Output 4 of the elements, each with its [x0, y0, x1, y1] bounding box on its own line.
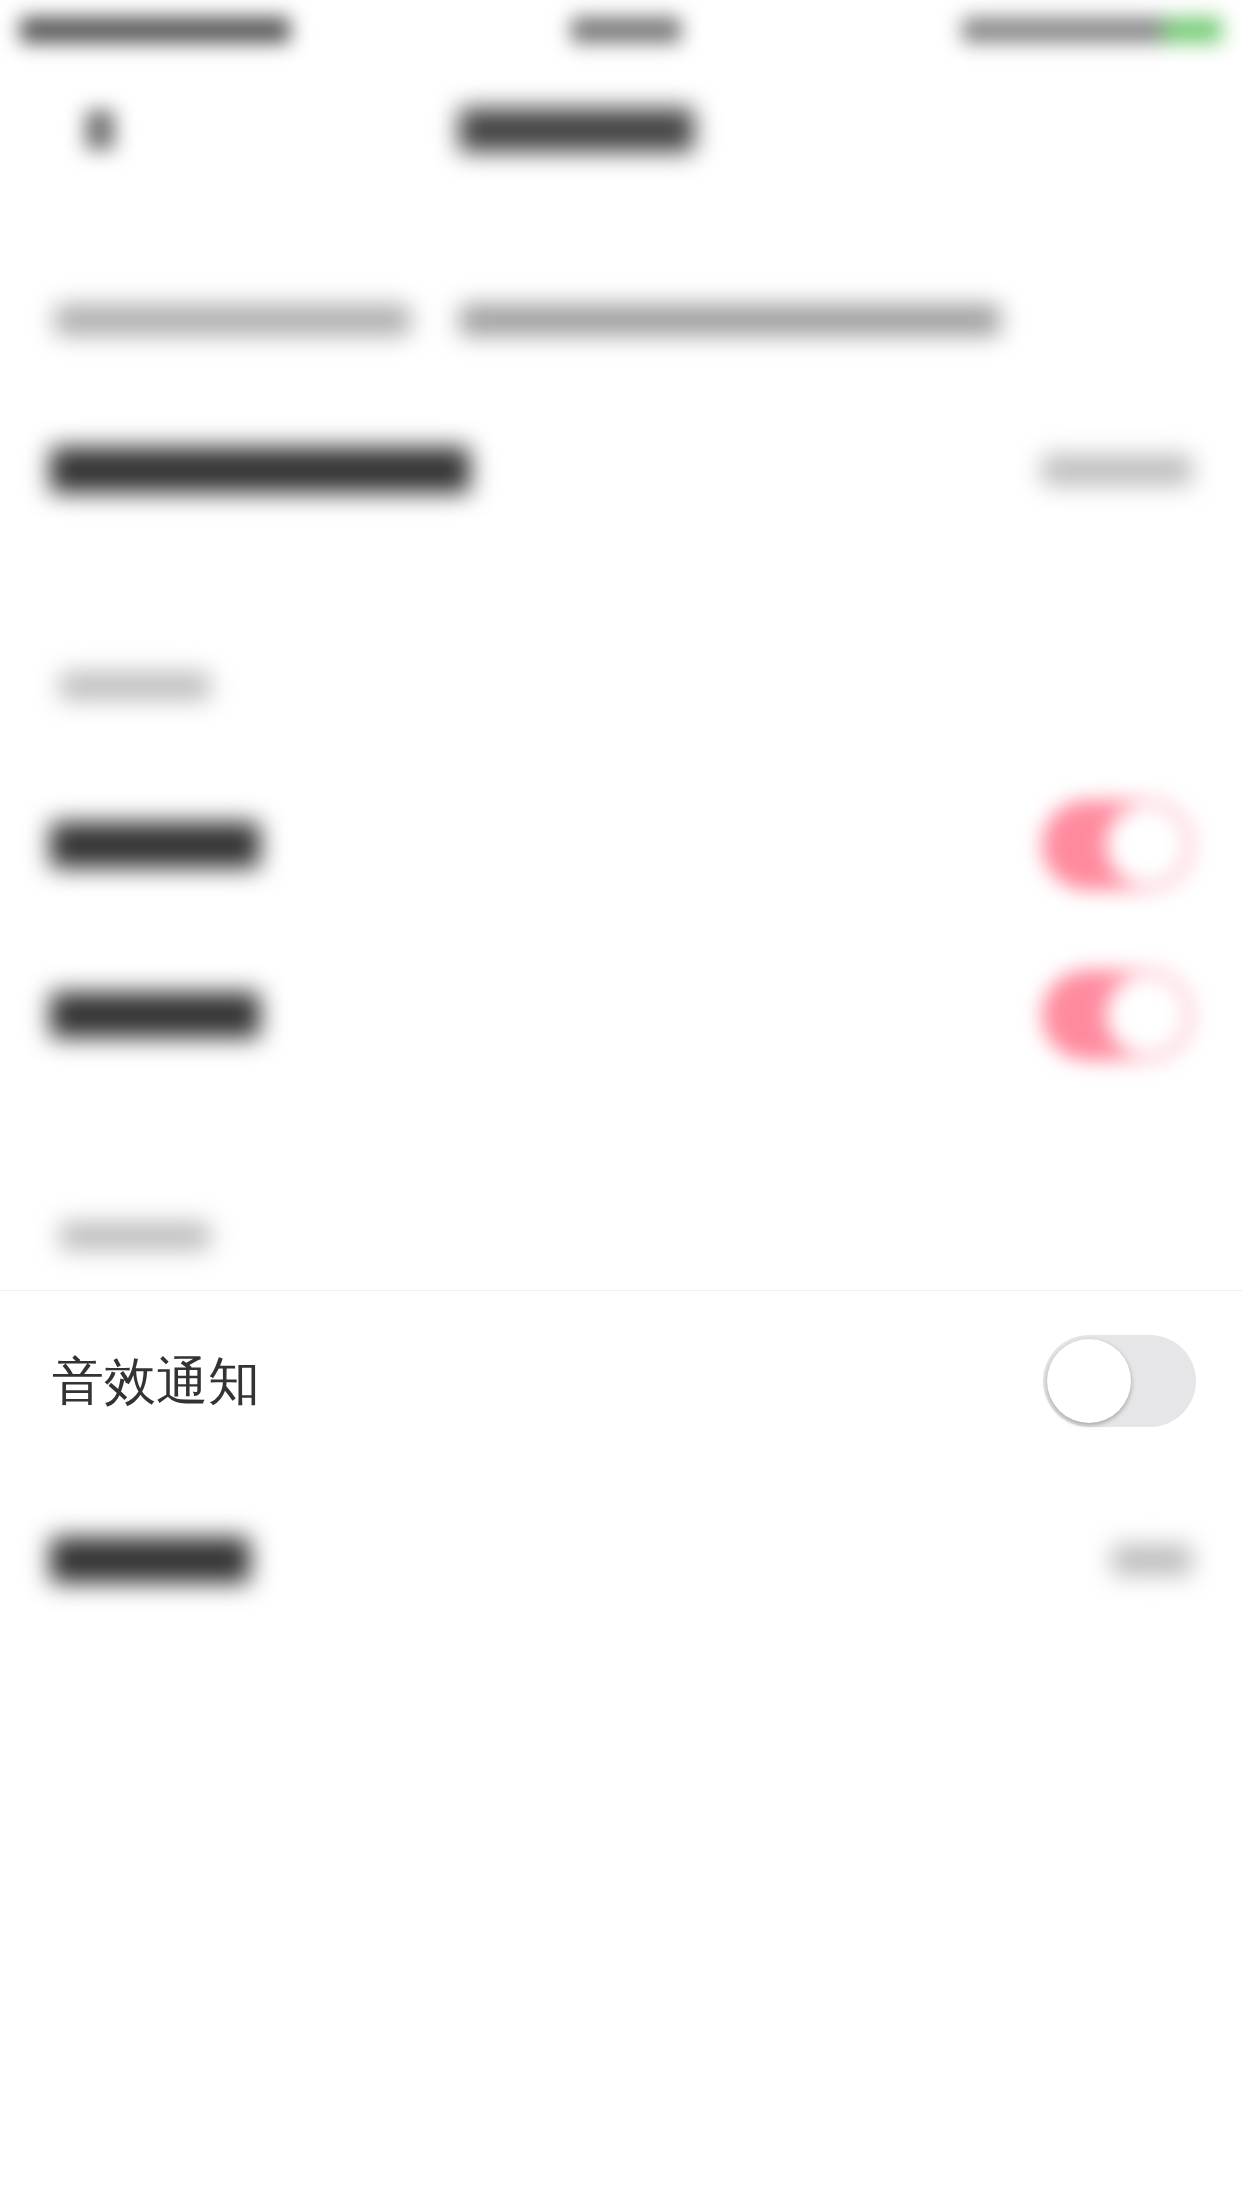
toggle-switch[interactable] — [1042, 800, 1192, 890]
toggle-switch[interactable] — [1042, 970, 1192, 1060]
setting-label: 音效通知 — [52, 1349, 260, 1413]
blurred-text — [85, 110, 115, 150]
